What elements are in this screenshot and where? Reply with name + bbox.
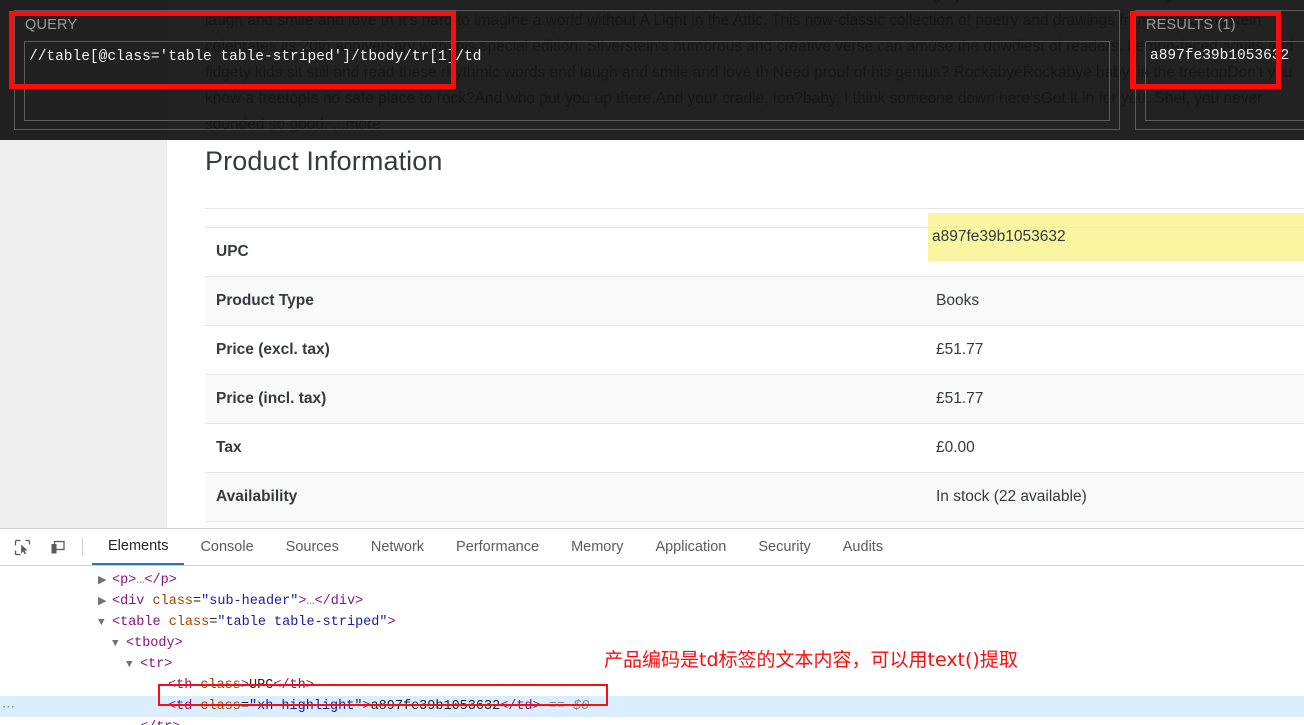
dom-row-disclosure-triangle[interactable]: ▶: [98, 571, 112, 592]
dom-tree-row[interactable]: ⋯ <td class="xh-highlight">a897fe39b10536…: [0, 696, 1304, 717]
tab-elements[interactable]: Elements: [92, 529, 185, 565]
page-title: Product Information: [205, 146, 443, 176]
dom-token-val: "xh-highlight": [249, 699, 363, 714]
row-value-product-type: Books: [936, 292, 980, 309]
table-row: UPC a897fe39b1053632: [205, 213, 1304, 277]
dom-token-attr: class: [200, 678, 241, 693]
screenshot-root: Silverstein's humorous and creative vers…: [0, 0, 1304, 725]
dom-token-tag: <div: [112, 594, 153, 609]
annotation-note-cn: 产品编码是td标签的文本内容，可以用text()提取: [604, 649, 1018, 671]
dom-token-attr: class: [168, 615, 210, 630]
dom-token-txt: a897fe39b1053632: [370, 699, 501, 714]
tab-memory[interactable]: Memory: [555, 529, 639, 565]
tab-performance[interactable]: Performance: [440, 529, 555, 565]
dom-token-tag: </div>: [314, 594, 364, 609]
row-label-product-type: Product Type: [216, 292, 314, 309]
xpath-helper-bar: QUERY RESULTS (1) a897fe39b1053632: [0, 0, 1304, 140]
tab-sources[interactable]: Sources: [270, 529, 355, 565]
dom-token-tag: <table: [112, 615, 169, 630]
dom-token-tag: >: [362, 699, 371, 714]
dom-token-tag: <tbody>: [126, 636, 183, 651]
dom-row-disclosure-triangle[interactable]: ▼: [98, 613, 112, 634]
row-label-price-incl-tax: Price (incl. tax): [216, 390, 327, 407]
query-label: QUERY: [25, 17, 78, 33]
dom-tree-row[interactable]: ▶ <div class="sub-header">…</div>: [0, 591, 1304, 612]
dom-token-dollar: == $0: [540, 699, 590, 714]
dom-token-attr: class: [200, 699, 241, 714]
xpath-query-input[interactable]: [24, 41, 1110, 121]
xpath-results-empty-area: [1145, 74, 1304, 121]
table-row: Availability In stock (22 available): [205, 472, 1304, 522]
devtools-panel: Elements Console Sources Network Perform…: [0, 528, 1304, 725]
dom-token-txt: UPC: [249, 678, 274, 693]
row-value-availability: In stock (22 available): [936, 488, 1087, 505]
devtools-toolbar: Elements Console Sources Network Perform…: [0, 529, 1304, 566]
dom-row-overflow-ellipsis: ⋯: [2, 699, 15, 714]
tab-network[interactable]: Network: [355, 529, 440, 565]
xpath-result-item[interactable]: a897fe39b1053632: [1145, 41, 1304, 72]
table-row: Product Type Books: [205, 276, 1304, 326]
row-value-price-excl-tax: £51.77: [936, 341, 984, 358]
dom-token-tag: <tr>: [140, 657, 173, 672]
table-row: Price (excl. tax) £51.77: [205, 325, 1304, 375]
dom-token-tag: </td>: [500, 699, 541, 714]
spacer-cell-label: [205, 209, 932, 228]
table-row: Tax £0.00: [205, 423, 1304, 473]
row-label-upc: UPC: [216, 243, 249, 260]
tab-console[interactable]: Console: [184, 529, 269, 565]
xpath-query-panel: QUERY: [14, 10, 1120, 130]
results-label: RESULTS (1): [1146, 17, 1236, 33]
dom-row-disclosure-triangle[interactable]: ▼: [112, 634, 126, 655]
row-label-tax: Tax: [216, 439, 242, 456]
dom-row-disclosure-triangle[interactable]: ▼: [126, 655, 140, 676]
row-value-price-incl-tax: £51.77: [936, 390, 984, 407]
tab-security[interactable]: Security: [742, 529, 826, 565]
row-value-tax: £0.00: [936, 439, 975, 456]
dom-tree-row[interactable]: ▼ <table class="table table-striped">: [0, 612, 1304, 633]
dom-token-tag: </tr>: [140, 720, 181, 725]
dom-token-tag: <p>: [112, 573, 137, 588]
dom-token-val: "sub-header": [201, 594, 299, 609]
xpath-results-panel: RESULTS (1) a897fe39b1053632: [1135, 10, 1304, 130]
dom-tree-row[interactable]: ▶ <p>…</p>: [0, 570, 1304, 591]
row-value-upc: a897fe39b1053632: [928, 213, 1304, 261]
product-information-table: UPC a897fe39b1053632 Product Type Books …: [205, 208, 1304, 528]
dom-token-tag: </p>: [144, 573, 177, 588]
toolbar-divider: [82, 538, 83, 556]
dom-token-tag: <th: [168, 678, 201, 693]
dom-row-disclosure-triangle[interactable]: ▶: [98, 592, 112, 613]
dom-token-tag: >: [240, 678, 250, 693]
dom-token-attr: class: [152, 594, 194, 609]
dom-token-gray: …: [306, 594, 315, 609]
device-toolbar-icon[interactable]: [44, 534, 70, 560]
dom-token-tag: <td: [168, 699, 201, 714]
dom-token-tag: >: [387, 615, 396, 630]
tab-application[interactable]: Application: [639, 529, 742, 565]
row-label-availability: Availability: [216, 488, 298, 505]
dom-token-txt: =: [240, 699, 250, 714]
tab-audits[interactable]: Audits: [827, 529, 899, 565]
product-table-body: UPC a897fe39b1053632 Product Type Books …: [205, 208, 1304, 528]
table-row: Price (incl. tax) £51.77: [205, 374, 1304, 424]
dom-token-tag: </th>: [273, 678, 314, 693]
dom-tree-row[interactable]: </tr>: [0, 717, 1304, 725]
dom-tree-row[interactable]: <th class>UPC</th>: [0, 675, 1304, 696]
inspect-element-icon[interactable]: [9, 534, 35, 560]
dom-token-txt: =: [193, 594, 202, 609]
row-label-price-excl-tax: Price (excl. tax): [216, 341, 330, 358]
devtools-tab-strip: Elements Console Sources Network Perform…: [92, 529, 899, 565]
dom-token-val: "table table-striped": [217, 615, 388, 630]
